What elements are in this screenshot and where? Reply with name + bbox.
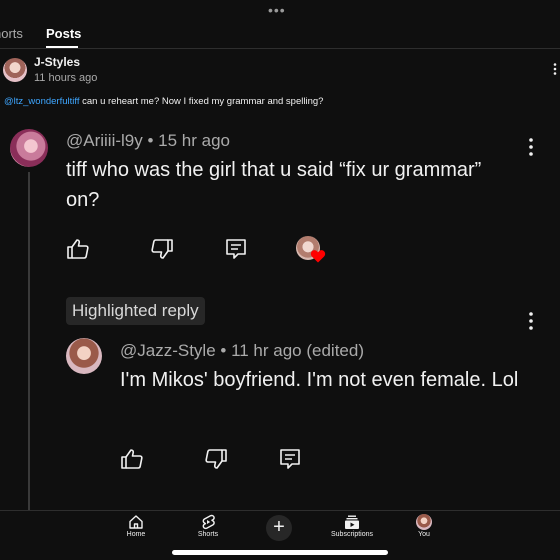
nav-shorts[interactable]: Shorts — [168, 514, 248, 538]
thread-line — [28, 172, 30, 510]
reply-author-handle[interactable]: @Jazz-Style • 11 hr ago (edited) — [120, 341, 364, 361]
nav-you[interactable]: You — [384, 514, 464, 538]
create-button[interactable]: + — [266, 515, 292, 541]
reply-more-options-icon[interactable] — [524, 310, 538, 332]
post-author-name[interactable]: J-Styles — [34, 55, 80, 69]
post-mention-link[interactable]: @ltz_wonderfultiff — [4, 96, 79, 107]
post-timestamp: 11 hours ago — [34, 72, 98, 84]
comment-text: tiff who was the girl that u said “fix u… — [66, 159, 482, 211]
comment-more-options-icon[interactable] — [524, 136, 538, 158]
thumb-up-icon[interactable] — [120, 447, 144, 471]
home-indicator-bar[interactable] — [172, 550, 388, 555]
highlighted-reply-badge: Highlighted reply — [66, 297, 205, 325]
tab-posts[interactable]: Posts — [46, 26, 81, 41]
thumb-up-icon[interactable] — [66, 237, 90, 261]
subscriptions-icon — [345, 515, 359, 529]
post-more-options-icon[interactable] — [548, 62, 560, 76]
nav-subscriptions[interactable]: Subscriptions — [312, 514, 392, 538]
nav-subscriptions-label: Subscriptions — [330, 531, 374, 538]
post-body: @ltz_wonderfultiff can u reheart me? Now… — [4, 96, 323, 107]
heart-icon — [310, 250, 326, 263]
reply-text: I'm Mikos' boyfriend. I'm not even femal… — [120, 369, 519, 391]
tab-divider — [0, 48, 560, 49]
nav-shorts-label: Shorts — [197, 531, 219, 538]
plus-icon: + — [273, 516, 285, 538]
thumb-down-icon[interactable] — [204, 447, 228, 471]
post-author-avatar[interactable] — [3, 58, 27, 82]
thumb-down-icon[interactable] — [150, 237, 174, 261]
comment-author-handle[interactable]: @Ariiii-l9y • 15 hr ago — [66, 131, 230, 151]
comment-author-avatar[interactable] — [10, 129, 48, 167]
post-text: can u reheart me? Now I fixed my grammar… — [79, 96, 324, 107]
shorts-icon — [202, 514, 215, 530]
reply-icon[interactable] — [224, 237, 248, 261]
bottom-nav-divider — [0, 510, 560, 511]
nav-home[interactable]: Home — [96, 514, 176, 538]
nav-you-label: You — [418, 531, 430, 538]
reply-icon[interactable] — [278, 447, 302, 471]
you-avatar — [416, 514, 432, 530]
home-icon — [129, 515, 143, 529]
reply-author-avatar[interactable] — [66, 338, 102, 374]
creator-heart — [296, 236, 330, 266]
nav-home-label: Home — [126, 531, 146, 538]
tab-shorts[interactable]: horts — [0, 26, 23, 41]
drag-handle-dots-icon[interactable]: ••• — [268, 2, 286, 18]
